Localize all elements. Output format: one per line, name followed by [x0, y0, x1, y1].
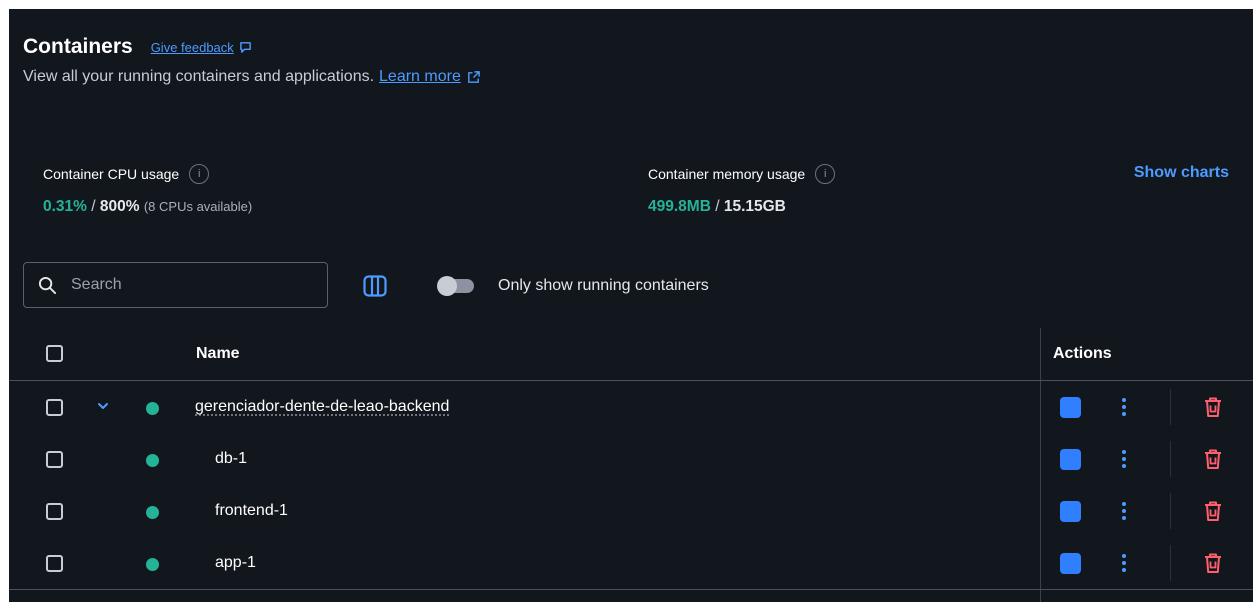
trash-icon[interactable]	[1203, 552, 1223, 574]
stop-button[interactable]	[1060, 553, 1081, 574]
cpu-usage-label: Container CPU usage	[43, 166, 180, 182]
give-feedback-label: Give feedback	[150, 39, 234, 55]
cpu-total: 800%	[99, 198, 140, 215]
kebab-menu-icon[interactable]	[1121, 449, 1127, 469]
trash-icon[interactable]	[1203, 500, 1223, 522]
running-only-toggle[interactable]	[437, 276, 474, 296]
search-field[interactable]	[23, 262, 328, 308]
running-status-dot	[146, 506, 159, 519]
cpu-usage-value: 0.31% / 800% (8 CPUs available)	[43, 198, 252, 216]
memory-usage-value: 499.8MB / 15.15GB	[648, 198, 835, 216]
table-row[interactable]: app-1	[9, 537, 1253, 590]
action-separator	[1170, 545, 1171, 581]
memory-separator: /	[710, 198, 724, 215]
stop-button[interactable]	[1060, 449, 1081, 470]
search-input[interactable]	[69, 275, 313, 295]
memory-usage-label-row: Container memory usage i	[648, 164, 836, 184]
containers-panel: Containers Give feedback View all your r…	[9, 9, 1253, 602]
stop-button[interactable]	[1060, 501, 1081, 522]
table-row[interactable]: gerenciador-dente-de-leao-backend	[9, 381, 1253, 433]
cpu-used: 0.31%	[43, 198, 87, 215]
memory-total: 15.15GB	[723, 198, 786, 215]
give-feedback-link[interactable]: Give feedback	[151, 40, 252, 55]
table-row[interactable]: frontend-1	[9, 485, 1253, 537]
external-link-icon	[466, 70, 481, 85]
row-checkbox[interactable]	[46, 451, 63, 468]
toggle-knob	[437, 276, 457, 296]
trash-icon[interactable]	[1203, 396, 1223, 418]
table-header: Name Actions	[9, 328, 1253, 381]
chevron-down-icon[interactable]	[96, 399, 110, 413]
show-charts-button[interactable]: Show charts	[1134, 164, 1229, 182]
table-row[interactable]: db-1	[9, 433, 1253, 485]
containers-table: Name Actions gerenciador-dente-de-leao-b…	[9, 328, 1253, 590]
memory-usage-stat: Container memory usage i 499.8MB / 15.15…	[648, 164, 836, 216]
select-all-checkbox[interactable]	[46, 345, 63, 362]
memory-usage-label: Container memory usage	[648, 166, 806, 182]
action-separator	[1170, 441, 1171, 477]
kebab-menu-icon[interactable]	[1121, 397, 1127, 417]
title-row: Containers Give feedback	[23, 35, 481, 59]
running-status-dot	[146, 454, 159, 467]
kebab-menu-icon[interactable]	[1121, 501, 1127, 521]
columns-icon[interactable]	[363, 275, 387, 297]
cpu-usage-stat: Container CPU usage i 0.31% / 800% (8 CP…	[43, 164, 252, 216]
info-icon[interactable]: i	[815, 164, 836, 184]
cpu-usage-label-row: Container CPU usage i	[43, 164, 252, 184]
page-subtitle: View all your running containers and app…	[23, 68, 481, 86]
info-icon[interactable]: i	[189, 164, 210, 184]
action-separator	[1170, 493, 1171, 529]
row-checkbox[interactable]	[46, 555, 63, 572]
cpu-separator: /	[86, 198, 100, 215]
cpu-note: (8 CPUs available)	[143, 199, 253, 214]
container-group-name[interactable]: gerenciador-dente-de-leao-backend	[195, 398, 449, 416]
running-only-label: Only show running containers	[498, 277, 709, 294]
container-name[interactable]: app-1	[215, 554, 256, 572]
kebab-menu-icon[interactable]	[1121, 553, 1127, 573]
page-title: Containers	[23, 35, 133, 58]
action-separator	[1170, 389, 1171, 425]
row-checkbox[interactable]	[46, 399, 63, 416]
page-header: Containers Give feedback View all your r…	[23, 35, 481, 86]
row-checkbox[interactable]	[46, 503, 63, 520]
stop-button[interactable]	[1060, 397, 1081, 418]
container-name[interactable]: db-1	[215, 450, 247, 468]
search-icon	[38, 276, 57, 294]
column-header-name[interactable]: Name	[196, 345, 240, 363]
container-name[interactable]: frontend-1	[215, 502, 288, 520]
learn-more-link[interactable]: Learn more	[379, 68, 461, 86]
running-status-dot	[146, 402, 159, 415]
memory-used: 499.8MB	[648, 198, 711, 215]
trash-icon[interactable]	[1203, 448, 1223, 470]
subtitle-text: View all your running containers and app…	[23, 68, 375, 85]
column-header-actions: Actions	[1053, 345, 1112, 362]
running-status-dot	[146, 558, 159, 571]
feedback-icon	[239, 41, 251, 53]
